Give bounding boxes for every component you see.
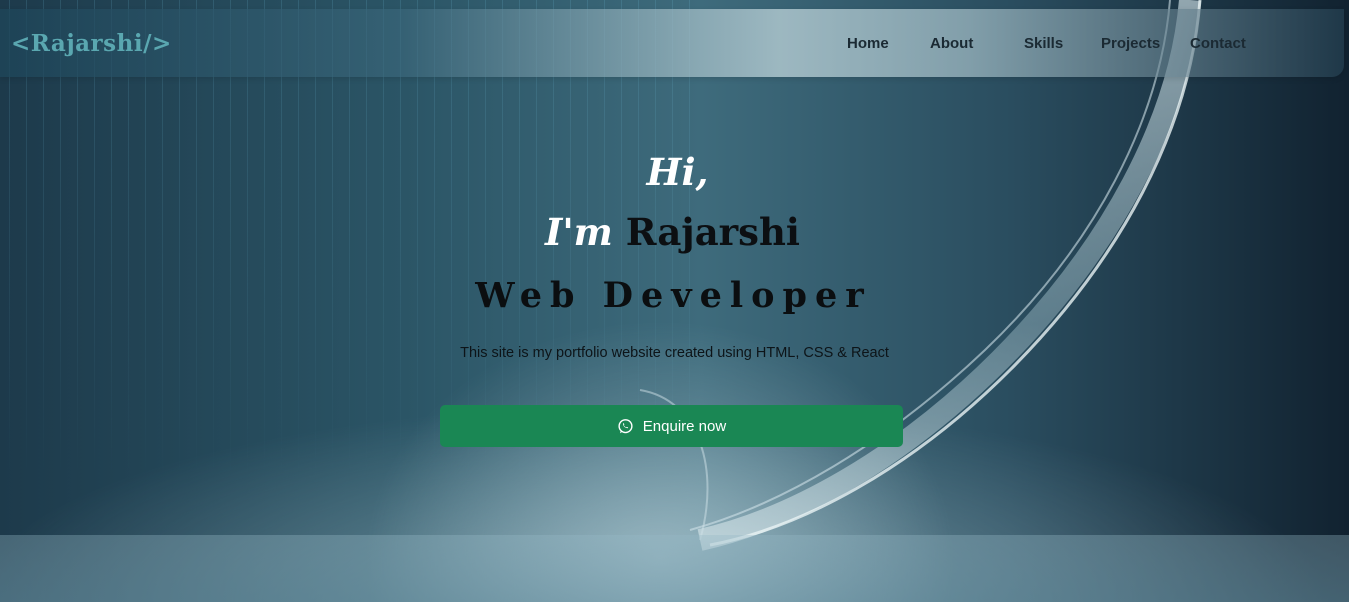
nav-link-contact[interactable]: Contact xyxy=(1190,35,1246,52)
nav-link-about[interactable]: About xyxy=(930,35,973,52)
hero-role: Web Developer xyxy=(475,275,872,316)
nav-link-projects[interactable]: Projects xyxy=(1101,35,1160,52)
whatsapp-icon xyxy=(618,418,633,433)
floor-glow xyxy=(0,535,1349,602)
hero-description: This site is my portfolio website create… xyxy=(460,345,889,361)
nav-link-skills[interactable]: Skills xyxy=(1024,35,1063,52)
hero-intro: I'm Rajarshi xyxy=(0,210,1347,254)
enquire-now-button[interactable]: Enquire now xyxy=(440,405,903,447)
hero-greeting: Hi, xyxy=(646,150,709,194)
brand-logo[interactable]: <Rajarshi/> xyxy=(11,30,172,57)
hero-intro-prefix: I'm xyxy=(545,210,613,254)
enquire-now-label: Enquire now xyxy=(642,417,727,435)
hero-name: Rajarshi xyxy=(625,210,800,254)
nav-link-home[interactable]: Home xyxy=(847,35,889,52)
